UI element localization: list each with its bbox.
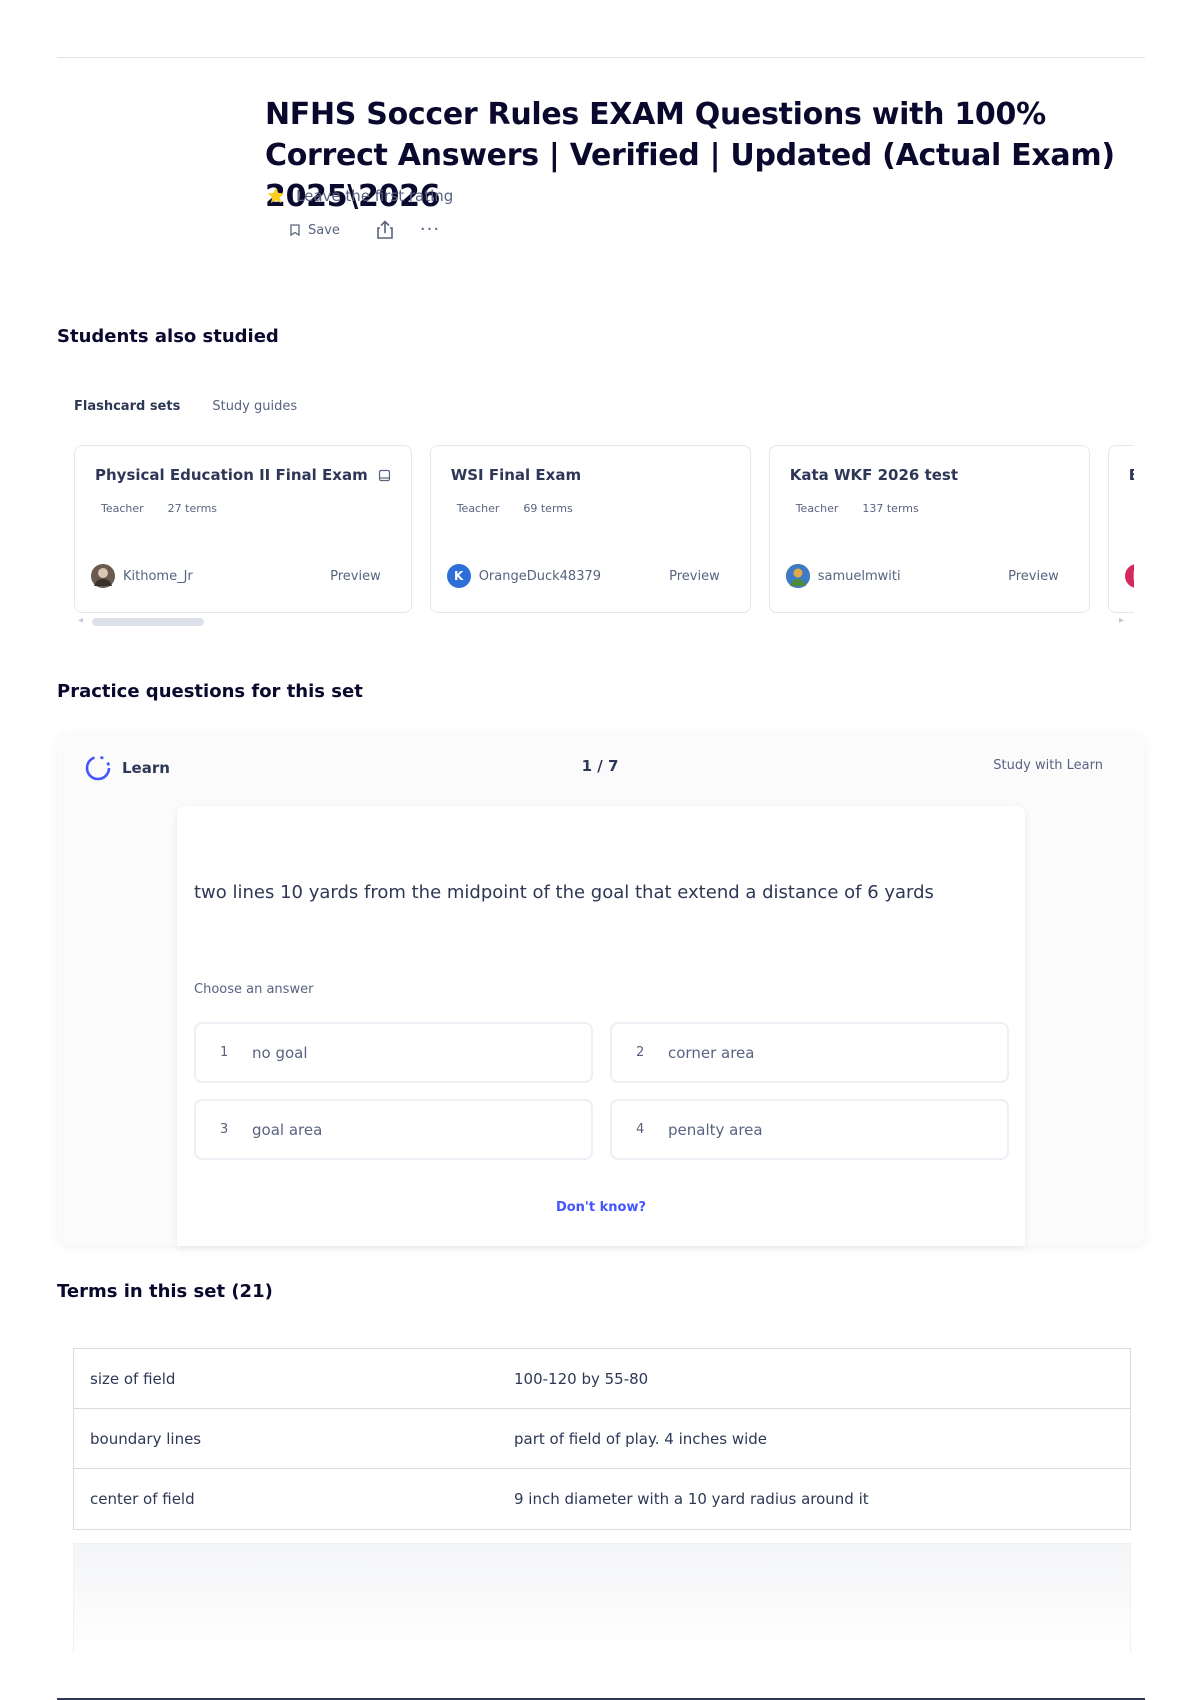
card-user: E bbox=[1124, 564, 1134, 588]
card-footer: samuelmwiti Preview bbox=[785, 564, 1059, 588]
avatar: K bbox=[446, 564, 471, 588]
card-title: Physical Education II Final Exam bbox=[95, 466, 368, 484]
answer-number: 1 bbox=[220, 1045, 229, 1060]
card-title: Kata WKF 2026 test bbox=[789, 466, 959, 484]
preview-link[interactable]: Preview bbox=[1008, 569, 1059, 584]
top-divider bbox=[57, 57, 1145, 58]
share-icon bbox=[377, 220, 393, 239]
card-terms: 69 terms bbox=[523, 502, 573, 515]
card-footer: E bbox=[1124, 564, 1134, 588]
card-footer: K OrangeDuck48379 Preview bbox=[446, 564, 720, 588]
avatar bbox=[91, 564, 115, 588]
answer-text: goal area bbox=[252, 1120, 323, 1139]
study-set-card[interactable]: Physical Education II Final Exam Teacher… bbox=[74, 445, 412, 613]
definition-cell: part of field of play. 4 inches wide bbox=[514, 1429, 768, 1448]
card-username: samuelmwiti bbox=[817, 568, 901, 584]
preview-link[interactable]: Preview bbox=[330, 569, 381, 584]
carousel-scrollbar[interactable]: ◂ ▸ bbox=[78, 615, 1124, 626]
card-meta: Te bbox=[1129, 502, 1134, 515]
answer-number: 4 bbox=[636, 1122, 645, 1137]
table-row: size of field 100-120 by 55-80 bbox=[74, 1349, 1130, 1409]
card-terms: 27 terms bbox=[167, 502, 218, 515]
user-photo-icon bbox=[785, 564, 810, 588]
avatar: E bbox=[1124, 564, 1134, 588]
card-footer: Kithome_Jr Preview bbox=[91, 564, 381, 588]
students-also-studied-heading: Students also studied bbox=[57, 326, 279, 347]
learn-label-text: Learn bbox=[122, 759, 170, 777]
save-button[interactable]: Save bbox=[284, 219, 346, 242]
card-meta: Teacher 69 terms bbox=[451, 502, 730, 515]
share-button[interactable] bbox=[374, 218, 396, 242]
terms-table: size of field 100-120 by 55-80 boundary … bbox=[73, 1348, 1131, 1530]
card-meta: Teacher 137 terms bbox=[790, 502, 1069, 515]
study-guide-icon bbox=[378, 469, 390, 481]
card-role: Teacher bbox=[795, 502, 839, 515]
practice-questions-heading: Practice questions for this set bbox=[57, 681, 363, 702]
table-row: center of field 9 inch diameter with a 1… bbox=[74, 1469, 1130, 1529]
tab-flashcard-sets[interactable]: Flashcard sets bbox=[74, 399, 180, 414]
star-icon bbox=[267, 187, 285, 203]
term-cell: center of field bbox=[90, 1490, 195, 1508]
avatar bbox=[785, 564, 810, 588]
definition-cell: 9 inch diameter with a 10 yard radius ar… bbox=[514, 1490, 869, 1508]
card-user: Kithome_Jr bbox=[91, 564, 193, 588]
answer-number: 2 bbox=[636, 1045, 645, 1060]
rating-prompt[interactable]: Leave the first rating bbox=[296, 187, 453, 205]
card-role: Teacher bbox=[101, 502, 144, 515]
table-row: boundary lines part of field of play. 4 … bbox=[74, 1409, 1130, 1469]
card-username: OrangeDuck48379 bbox=[478, 568, 602, 584]
question-prompt: two lines 10 yards from the midpoint of … bbox=[194, 882, 934, 903]
user-photo-icon bbox=[94, 568, 112, 586]
card-meta: Teacher 27 terms bbox=[95, 502, 391, 515]
header-actions: Save ··· bbox=[284, 218, 440, 242]
card-username: Kithome_Jr bbox=[123, 568, 193, 584]
answer-text: penalty area bbox=[668, 1120, 763, 1139]
learn-mode-label: Learn bbox=[84, 754, 170, 782]
answer-option[interactable]: 2 corner area bbox=[610, 1022, 1009, 1083]
card-title-row: Physical Education II Final Exam bbox=[95, 466, 391, 484]
scroll-right-icon[interactable]: ▸ bbox=[1119, 615, 1124, 626]
definition-cell: 100-120 by 55-80 bbox=[514, 1369, 649, 1388]
term-cell: size of field bbox=[90, 1369, 176, 1388]
answer-option[interactable]: 1 no goal bbox=[194, 1022, 593, 1083]
card-user: K OrangeDuck48379 bbox=[446, 564, 602, 588]
choose-answer-label: Choose an answer bbox=[194, 982, 314, 997]
rating-row[interactable]: Leave the first rating bbox=[266, 186, 453, 206]
card-title: Bo bbox=[1129, 466, 1134, 484]
answer-number: 3 bbox=[220, 1122, 229, 1137]
card-title-row: Kata WKF 2026 test bbox=[790, 466, 1069, 484]
cards-carousel: Physical Education II Final Exam Teacher… bbox=[74, 445, 1134, 615]
card-title-row: WSI Final Exam bbox=[451, 466, 730, 484]
study-set-card[interactable]: Kata WKF 2026 test Teacher 137 terms sam… bbox=[768, 445, 1090, 613]
studied-tabs: Flashcard sets Study guides bbox=[74, 399, 297, 414]
question-counter: 1 / 7 bbox=[581, 757, 619, 775]
study-set-card[interactable]: WSI Final Exam Teacher 69 terms K Orange… bbox=[429, 445, 751, 613]
scroll-left-icon[interactable]: ◂ bbox=[78, 615, 83, 626]
card-user: samuelmwiti bbox=[785, 564, 901, 588]
scrollbar-thumb[interactable] bbox=[92, 618, 204, 626]
terms-heading: Terms in this set (21) bbox=[57, 1281, 273, 1302]
card-role: Teacher bbox=[456, 502, 500, 515]
answer-text: no goal bbox=[252, 1043, 308, 1062]
answer-text: corner area bbox=[668, 1043, 755, 1062]
card-terms: 137 terms bbox=[862, 502, 919, 515]
learn-icon bbox=[85, 755, 111, 781]
dont-know-button[interactable]: Don't know? bbox=[540, 1200, 662, 1215]
locked-content-placeholder bbox=[73, 1543, 1131, 1653]
answer-option[interactable]: 3 goal area bbox=[194, 1099, 593, 1160]
more-options-button[interactable]: ··· bbox=[420, 221, 440, 239]
term-cell: boundary lines bbox=[90, 1429, 202, 1448]
preview-link[interactable]: Preview bbox=[669, 569, 720, 584]
card-title-row: Bo bbox=[1129, 466, 1134, 484]
save-label: Save bbox=[308, 222, 340, 238]
tab-study-guides[interactable]: Study guides bbox=[212, 399, 297, 414]
answer-option[interactable]: 4 penalty area bbox=[610, 1099, 1009, 1160]
card-title: WSI Final Exam bbox=[450, 466, 582, 484]
bookmark-icon bbox=[290, 224, 300, 236]
study-with-learn-link[interactable]: Study with Learn bbox=[993, 758, 1103, 773]
study-set-card[interactable]: Bo Te E bbox=[1107, 445, 1134, 613]
